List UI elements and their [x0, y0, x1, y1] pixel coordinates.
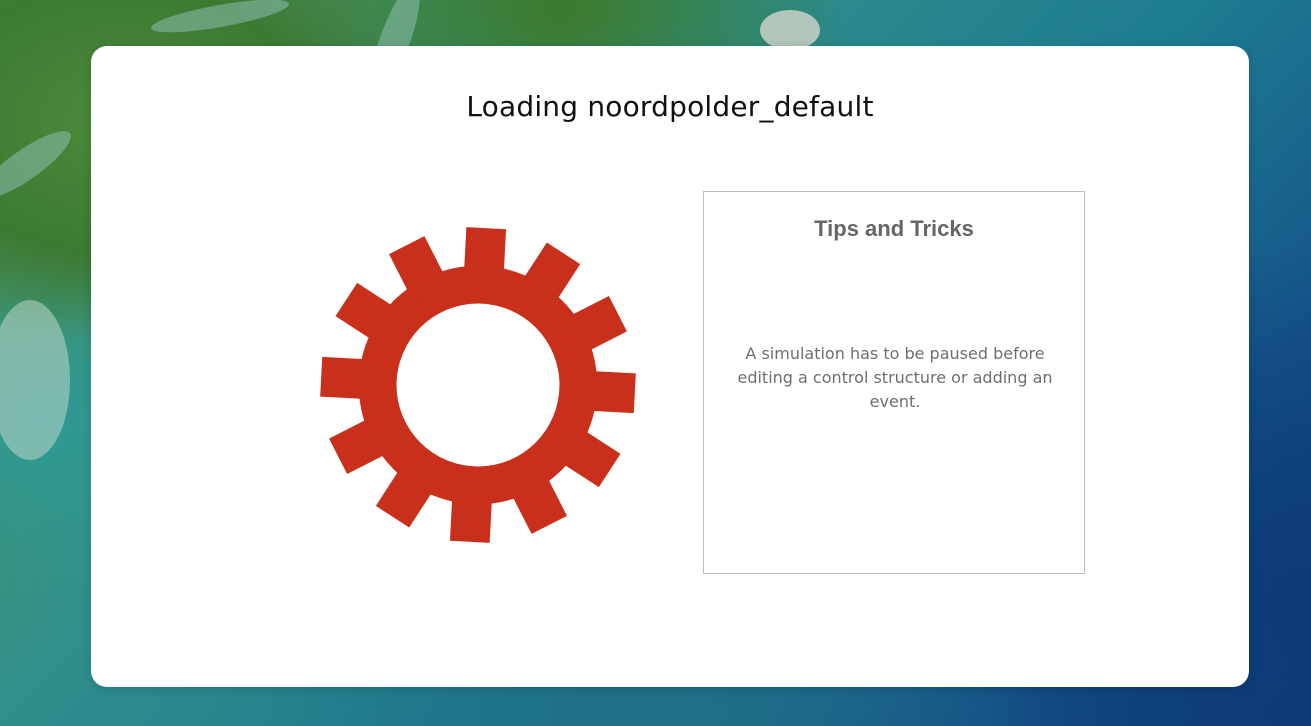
tips-panel: Tips and Tricks A simulation has to be p… [703, 191, 1085, 574]
tips-heading: Tips and Tricks [814, 216, 974, 241]
tips-text: A simulation has to be paused before edi… [737, 344, 1053, 411]
loading-dialog: Loading noordpolder_default Tips and Tri… [91, 46, 1249, 687]
loading-title: Loading noordpolder_default [466, 90, 874, 123]
gear-icon [320, 227, 636, 543]
